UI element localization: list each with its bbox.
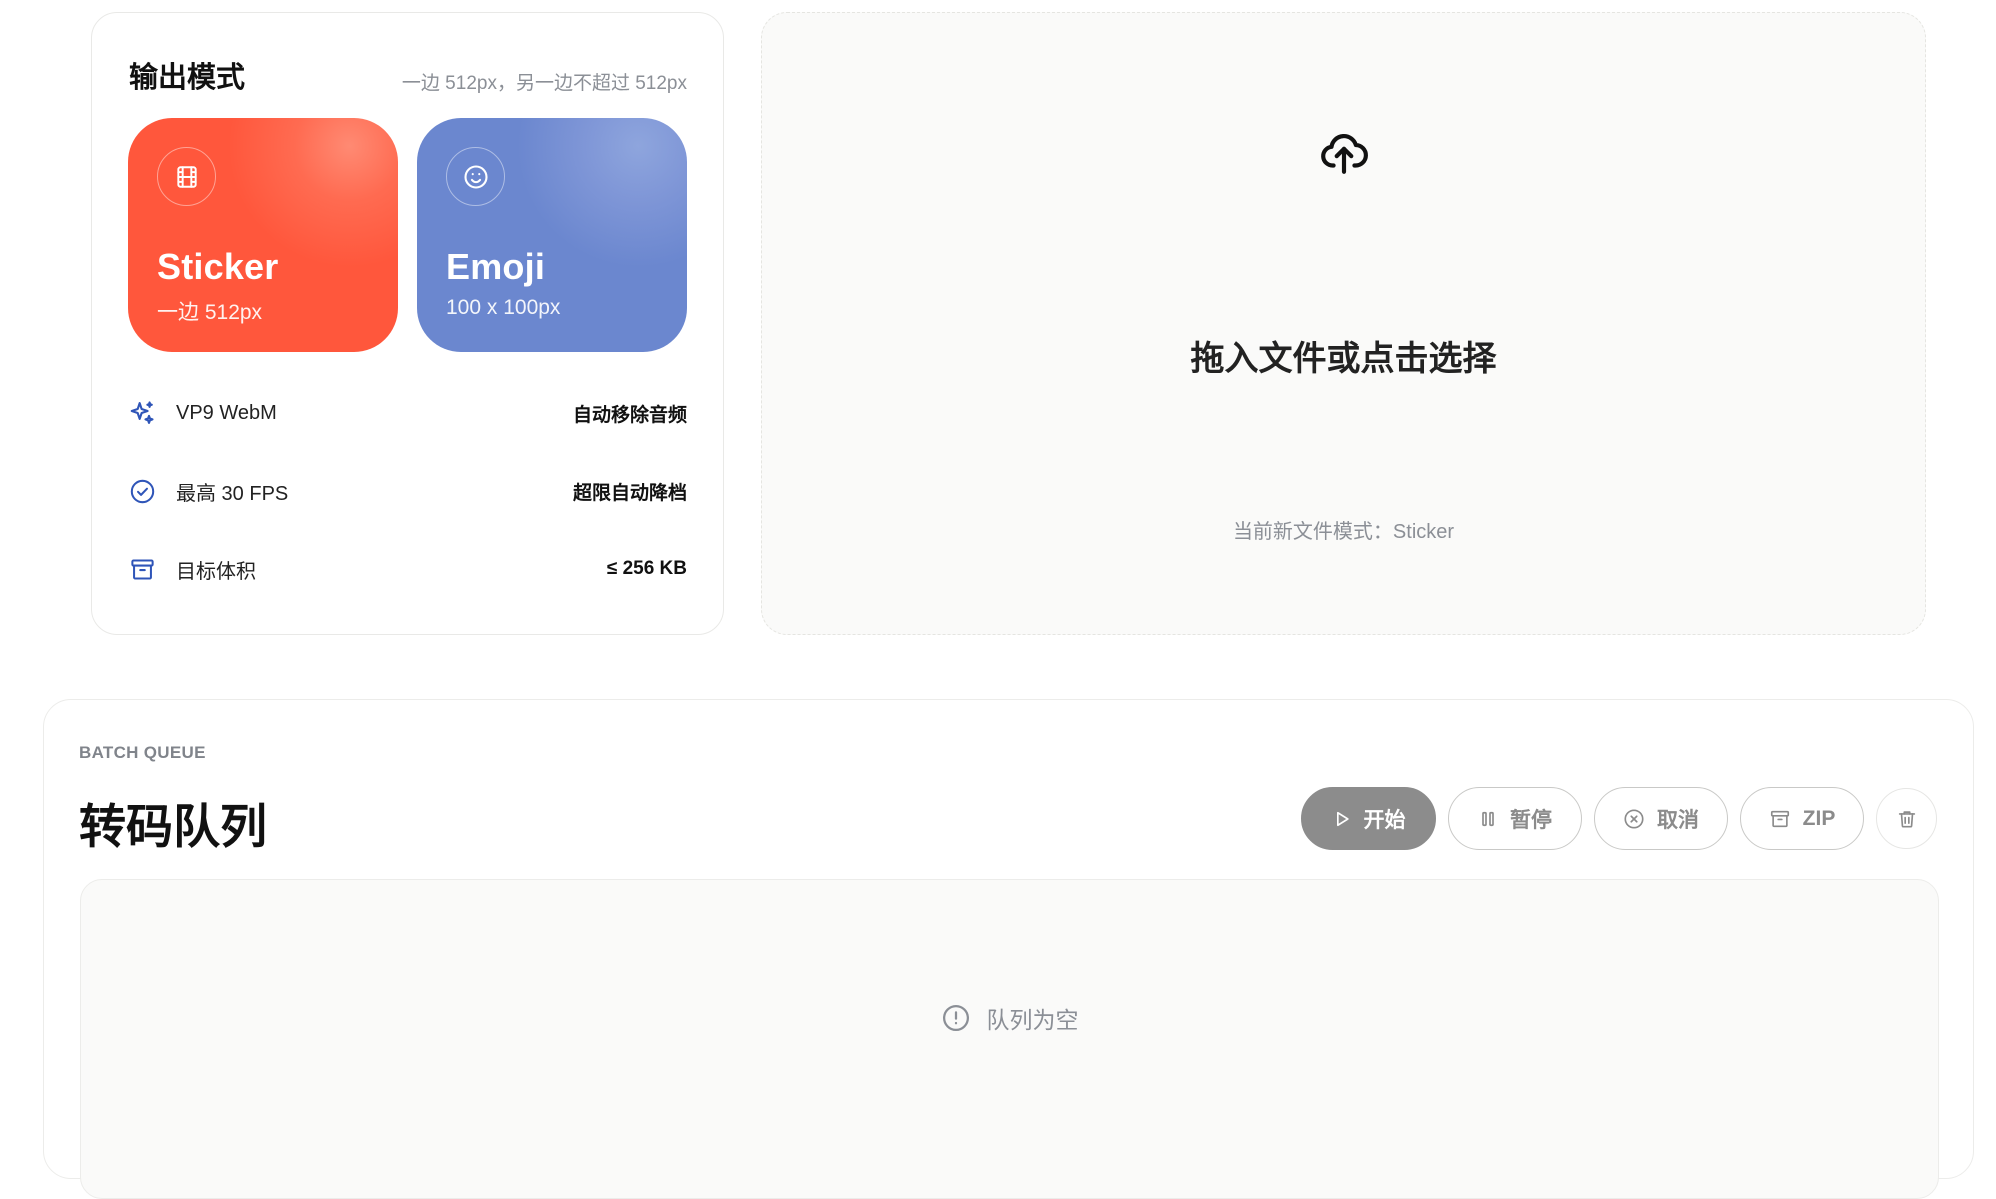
mode-tile-subtitle: 一边 512px [157,301,263,324]
spec-row-codec: VP9 WebM 自动移除音频 [128,396,687,430]
mode-tile-name: Sticker [157,246,279,287]
output-mode-title: 输出模式 [129,62,246,94]
mode-tile-subtitle: 100 x 100px [446,296,561,319]
queue-eyebrow: BATCH QUEUE [79,743,206,762]
zip-button-label: ZIP [1802,806,1836,830]
play-icon [1332,809,1352,829]
smiley-icon [446,147,505,206]
spec-label: VP9 WebM [176,401,277,424]
dropzone-mode-text: 当前新文件模式：Sticker [1232,521,1455,543]
spec-label: 目标体积 [176,560,256,583]
cancel-button-label: 取消 [1657,808,1699,832]
dropzone-title: 拖入文件或点击选择 [1190,340,1497,378]
mode-tile-sticker[interactable]: Sticker 一边 512px [128,118,398,352]
pause-icon [1478,809,1498,829]
output-mode-hint: 一边 512px，另一边不超过 512px [401,73,687,94]
x-circle-icon [1623,808,1645,830]
archive-icon [1769,808,1791,830]
spec-label: 最高 30 FPS [176,482,289,505]
clear-queue-button[interactable] [1876,788,1937,849]
sparkles-icon [128,399,156,427]
spec-row-size: 目标体积 ≤ 256 KB [128,552,687,586]
pause-button[interactable]: 暂停 [1448,787,1582,850]
output-mode-card: 输出模式 一边 512px，另一边不超过 512px Sticker 一边 51… [91,12,724,635]
cancel-button[interactable]: 取消 [1594,787,1728,850]
queue-toolbar: 开始 暂停 取消 ZIP [1301,787,1937,850]
start-button[interactable]: 开始 [1301,787,1436,850]
pause-button-label: 暂停 [1510,808,1552,832]
queue-title: 转码队列 [79,800,267,853]
spec-value: 超限自动降档 [572,482,687,504]
spec-value: 自动移除音频 [572,404,687,426]
cloud-upload-icon [1316,125,1372,181]
file-dropzone[interactable]: 拖入文件或点击选择 当前新文件模式：Sticker [761,12,1926,635]
queue-empty-state: 队列为空 [81,1001,1938,1035]
trash-icon [1896,808,1918,830]
mode-tile-name: Emoji [446,246,546,287]
start-button-label: 开始 [1363,808,1406,832]
check-circle-icon [128,477,156,505]
archive-icon [128,555,156,583]
alert-circle-icon [941,1003,971,1033]
spec-value: ≤ 256 KB [606,558,687,579]
queue-empty-text: 队列为空 [986,1007,1079,1033]
batch-queue-panel: BATCH QUEUE 转码队列 开始 暂停 取消 ZIP 队列为空 [43,699,1974,1199]
zip-button[interactable]: ZIP [1740,787,1864,850]
spec-row-fps: 最高 30 FPS 超限自动降档 [128,474,687,508]
film-icon [157,147,216,206]
mode-tile-emoji[interactable]: Emoji 100 x 100px [417,118,687,352]
queue-list: 队列为空 [80,879,1939,1199]
